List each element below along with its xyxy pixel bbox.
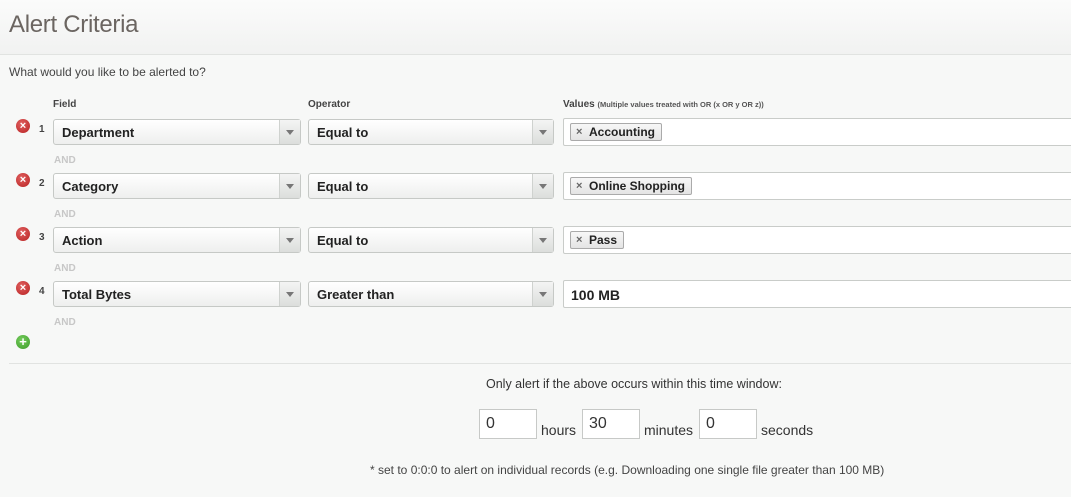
minutes-input[interactable] xyxy=(582,409,640,439)
column-header-values: Values (Multiple values treated with OR … xyxy=(563,99,764,110)
tag-remove-icon[interactable]: × xyxy=(576,124,582,140)
row-number: 4 xyxy=(39,286,45,297)
remove-row-2-icon[interactable]: × xyxy=(16,173,30,187)
operator-select-row-3[interactable]: Equal to xyxy=(308,227,554,253)
field-select-value: Total Bytes xyxy=(62,287,132,302)
and-connector: AND xyxy=(54,155,76,166)
field-select-row-2[interactable]: Category xyxy=(53,173,301,199)
and-connector: AND xyxy=(54,263,76,274)
operator-select-value: Equal to xyxy=(317,233,369,248)
page-header: Alert Criteria xyxy=(0,0,1071,55)
values-input-row-4[interactable]: 100 MB xyxy=(563,280,1071,308)
footnote: * set to 0:0:0 to alert on individual re… xyxy=(370,463,885,477)
field-select-value: Action xyxy=(62,233,103,248)
value-tag-label: Pass xyxy=(589,233,618,247)
row-number: 2 xyxy=(39,178,45,189)
value-tag: × Online Shopping xyxy=(570,177,692,195)
chevron-down-icon xyxy=(279,228,300,252)
hours-input[interactable] xyxy=(479,409,537,439)
remove-row-4-icon[interactable]: × xyxy=(16,281,30,295)
add-criteria-icon[interactable]: + xyxy=(16,335,30,349)
seconds-input[interactable] xyxy=(699,409,757,439)
chevron-down-icon xyxy=(279,282,300,306)
operator-select-value: Greater than xyxy=(317,287,395,302)
field-select-row-1[interactable]: Department xyxy=(53,119,301,145)
intro-text: What would you like to be alerted to? xyxy=(9,65,206,79)
chevron-down-icon xyxy=(532,120,553,144)
values-input-row-2[interactable]: × Online Shopping xyxy=(563,172,1071,200)
remove-row-1-icon[interactable]: × xyxy=(16,119,30,133)
and-connector: AND xyxy=(54,209,76,220)
value-tag: × Accounting xyxy=(570,123,662,141)
operator-select-row-4[interactable]: Greater than xyxy=(308,281,554,307)
values-input-row-3[interactable]: × Pass xyxy=(563,226,1071,254)
tag-remove-icon[interactable]: × xyxy=(576,178,582,194)
chevron-down-icon xyxy=(279,120,300,144)
row-number: 3 xyxy=(39,232,45,243)
operator-select-value: Equal to xyxy=(317,125,369,140)
minutes-label: minutes xyxy=(644,422,694,438)
operator-select-row-1[interactable]: Equal to xyxy=(308,119,554,145)
chevron-down-icon xyxy=(532,228,553,252)
value-tag: × Pass xyxy=(570,231,625,249)
and-connector: AND xyxy=(54,317,76,328)
tag-remove-icon[interactable]: × xyxy=(576,232,582,248)
field-select-row-3[interactable]: Action xyxy=(53,227,301,253)
operator-select-row-2[interactable]: Equal to xyxy=(308,173,554,199)
chevron-down-icon xyxy=(279,174,300,198)
time-window-label: Only alert if the above occurs within th… xyxy=(486,377,782,391)
values-header-label: Values xyxy=(563,99,595,110)
page-title: Alert Criteria xyxy=(9,11,139,38)
field-select-value: Department xyxy=(62,125,135,140)
operator-select-value: Equal to xyxy=(317,179,369,194)
values-header-note: (Multiple values treated with OR (x OR y… xyxy=(597,100,764,109)
hours-label: hours xyxy=(541,422,577,438)
values-input-row-1[interactable]: × Accounting xyxy=(563,118,1071,146)
field-select-value: Category xyxy=(62,179,119,194)
value-tag-label: Online Shopping xyxy=(589,179,685,193)
chevron-down-icon xyxy=(532,174,553,198)
field-select-row-4[interactable]: Total Bytes xyxy=(53,281,301,307)
row-number: 1 xyxy=(39,124,45,135)
column-header-field: Field xyxy=(53,99,77,110)
column-header-operator: Operator xyxy=(308,99,351,110)
value-tag-label: Accounting xyxy=(589,125,655,139)
value-text: 100 MB xyxy=(571,287,621,303)
remove-row-3-icon[interactable]: × xyxy=(16,227,30,241)
chevron-down-icon xyxy=(532,282,553,306)
seconds-label: seconds xyxy=(761,422,814,438)
section-divider xyxy=(9,363,1071,364)
